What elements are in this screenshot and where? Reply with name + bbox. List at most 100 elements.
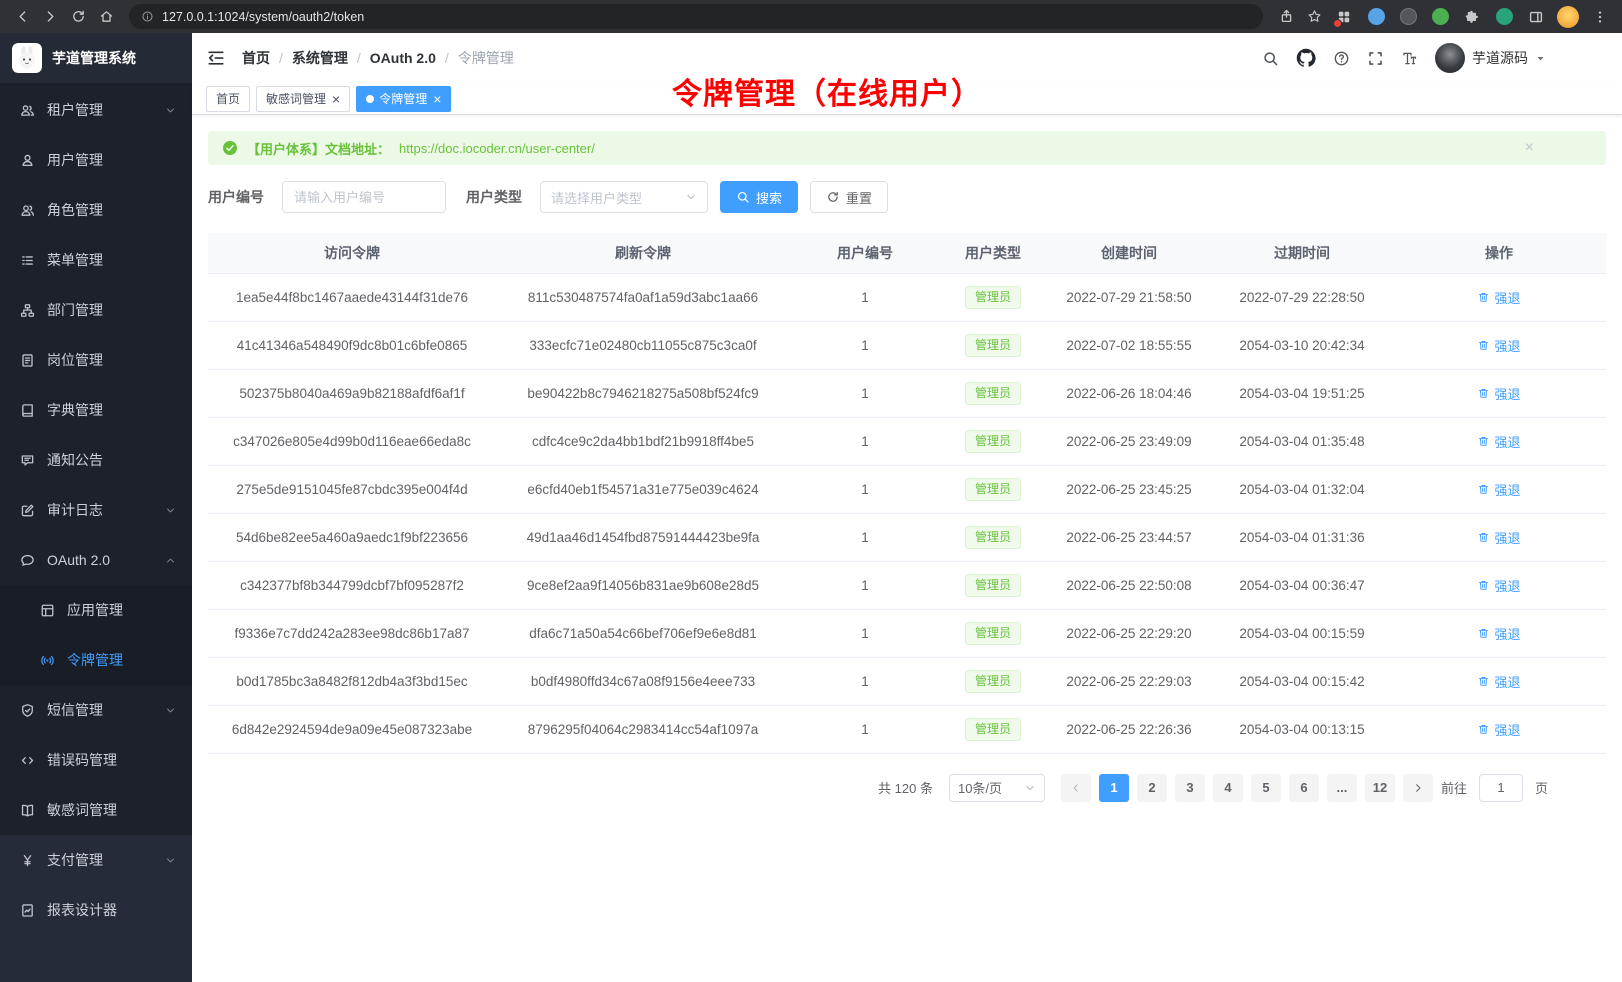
sidebar-item-report[interactable]: 报表设计器 bbox=[0, 885, 192, 935]
extension-icon-4[interactable] bbox=[1427, 4, 1453, 30]
collapse-sidebar-icon[interactable] bbox=[206, 48, 226, 68]
reset-button[interactable]: 重置 bbox=[810, 181, 888, 213]
sidebar-item-post[interactable]: 岗位管理 bbox=[0, 335, 192, 385]
tab-敏感词管理[interactable]: 敏感词管理 × bbox=[256, 86, 350, 112]
user-type-select[interactable]: 请选择用户类型 bbox=[540, 181, 708, 213]
sidebar-item-tenant[interactable]: 租户管理 bbox=[0, 85, 192, 135]
github-icon[interactable] bbox=[1296, 48, 1316, 68]
page-button-6[interactable]: 6 bbox=[1289, 774, 1319, 802]
forward-icon[interactable] bbox=[37, 4, 63, 30]
back-icon[interactable] bbox=[9, 4, 35, 30]
sidebar-item-audit[interactable]: 审计日志 bbox=[0, 485, 192, 535]
report-icon bbox=[20, 903, 35, 918]
sidebar-item-oauth2-app[interactable]: 应用管理 bbox=[0, 585, 192, 635]
sidebar-item-pay[interactable]: 支付管理 bbox=[0, 835, 192, 885]
share-icon[interactable] bbox=[1273, 4, 1299, 30]
app-logo[interactable]: 芋道管理系统 bbox=[0, 33, 192, 83]
address-bar[interactable]: 127.0.0.1:1024/system/oauth2/token bbox=[129, 4, 1263, 29]
breadcrumb-item[interactable]: 系统管理 bbox=[292, 48, 348, 68]
user-menu[interactable]: 芋道源码 bbox=[1435, 43, 1546, 73]
search-button[interactable]: 搜索 bbox=[720, 181, 798, 213]
page-button-5[interactable]: 5 bbox=[1251, 774, 1281, 802]
breadcrumb-item: 令牌管理 bbox=[458, 48, 514, 68]
caret-down-icon bbox=[1535, 53, 1546, 64]
page-size-select[interactable]: 10条/页 bbox=[949, 774, 1045, 802]
sidebar-item-role[interactable]: 角色管理 bbox=[0, 185, 192, 235]
browser-profile-avatar[interactable] bbox=[1555, 4, 1581, 30]
sidebar-item-sms[interactable]: 短信管理 bbox=[0, 685, 192, 735]
notice-icon bbox=[20, 453, 35, 468]
extension-badge bbox=[1333, 19, 1342, 28]
bookmark-star-icon[interactable] bbox=[1301, 4, 1327, 30]
access-token-cell: b0d1785bc3a8482f812db4a3f3bd15ec bbox=[208, 657, 496, 705]
extension-icon-1[interactable] bbox=[1331, 4, 1357, 30]
force-logout-button[interactable]: 强退 bbox=[1477, 432, 1520, 451]
reload-icon[interactable] bbox=[65, 4, 91, 30]
page-button-4[interactable]: 4 bbox=[1213, 774, 1243, 802]
doc-link[interactable]: https://doc.iocoder.cn/user-center/ bbox=[399, 141, 595, 156]
help-icon[interactable] bbox=[1333, 50, 1350, 67]
tab-close-icon[interactable]: × bbox=[332, 92, 340, 106]
force-logout-button[interactable]: 强退 bbox=[1477, 336, 1520, 355]
page-button-2[interactable]: 2 bbox=[1137, 774, 1167, 802]
breadcrumb-item[interactable]: 首页 bbox=[242, 48, 270, 68]
delete-icon bbox=[1477, 483, 1490, 496]
sidebar-item-menu[interactable]: 菜单管理 bbox=[0, 235, 192, 285]
force-logout-button[interactable]: 强退 bbox=[1477, 288, 1520, 307]
access-token-cell: c342377bf8b344799dcbf7bf095287f2 bbox=[208, 561, 496, 609]
breadcrumb-separator: / bbox=[445, 50, 449, 66]
sidebar-item-errcode[interactable]: 错误码管理 bbox=[0, 735, 192, 785]
user-type-cell: 管理员 bbox=[940, 609, 1046, 657]
expire-time-cell: 2054-03-04 01:31:36 bbox=[1212, 513, 1392, 561]
force-logout-button[interactable]: 强退 bbox=[1477, 480, 1520, 499]
force-logout-button[interactable]: 强退 bbox=[1477, 720, 1520, 739]
site-info-icon[interactable] bbox=[141, 10, 154, 23]
force-logout-button[interactable]: 强退 bbox=[1477, 624, 1520, 643]
force-logout-button[interactable]: 强退 bbox=[1477, 576, 1520, 595]
alert-close-icon[interactable]: × bbox=[1525, 140, 1534, 156]
user-id-input[interactable] bbox=[282, 181, 446, 213]
page-button-12[interactable]: 12 bbox=[1365, 774, 1395, 802]
app-title: 芋道管理系统 bbox=[52, 48, 136, 68]
access-token-cell: 1ea5e44f8bc1467aaede43144f31de76 bbox=[208, 273, 496, 321]
tab-close-icon[interactable]: × bbox=[433, 92, 441, 106]
next-page-button[interactable] bbox=[1403, 774, 1433, 802]
prev-page-button[interactable] bbox=[1061, 774, 1091, 802]
created-time-cell: 2022-06-25 22:26:36 bbox=[1046, 705, 1212, 753]
column-header: 操作 bbox=[1392, 233, 1606, 273]
sidebar-item-user[interactable]: 用户管理 bbox=[0, 135, 192, 185]
force-logout-button[interactable]: 强退 bbox=[1477, 384, 1520, 403]
home-icon[interactable] bbox=[93, 4, 119, 30]
logo-image bbox=[12, 43, 42, 73]
force-logout-button[interactable]: 强退 bbox=[1477, 672, 1520, 691]
side-panel-icon[interactable] bbox=[1523, 4, 1549, 30]
tab-令牌管理[interactable]: 令牌管理× bbox=[356, 86, 451, 112]
force-logout-button[interactable]: 强退 bbox=[1477, 528, 1520, 547]
extension-icon-3[interactable] bbox=[1395, 4, 1421, 30]
chevron-down-icon bbox=[685, 191, 697, 203]
sidebar-item-oauth2-token[interactable]: 令牌管理 bbox=[0, 635, 192, 685]
fullscreen-icon[interactable] bbox=[1367, 50, 1384, 67]
success-check-icon bbox=[222, 140, 238, 156]
sidebar-item-label: 菜单管理 bbox=[47, 250, 103, 270]
page-button-1[interactable]: 1 bbox=[1099, 774, 1129, 802]
goto-page-input[interactable] bbox=[1479, 774, 1523, 802]
extension-icon-5[interactable] bbox=[1491, 4, 1517, 30]
sidebar-item-notice[interactable]: 通知公告 bbox=[0, 435, 192, 485]
extensions-puzzle-icon[interactable] bbox=[1459, 4, 1485, 30]
page-button-3[interactable]: 3 bbox=[1175, 774, 1205, 802]
breadcrumb-item[interactable]: OAuth 2.0 bbox=[370, 50, 436, 66]
extension-icon-2[interactable] bbox=[1363, 4, 1389, 30]
tab-label: 敏感词管理 bbox=[266, 90, 326, 107]
search-icon[interactable] bbox=[1262, 50, 1279, 67]
action-cell: 强退 bbox=[1392, 609, 1606, 657]
tab-首页[interactable]: 首页 bbox=[206, 86, 250, 112]
page-more-button[interactable]: ... bbox=[1327, 774, 1357, 802]
chevron-left-icon bbox=[1070, 782, 1082, 794]
sidebar-item-dict[interactable]: 字典管理 bbox=[0, 385, 192, 435]
sidebar-item-dept[interactable]: 部门管理 bbox=[0, 285, 192, 335]
sidebar-item-oauth2[interactable]: OAuth 2.0 bbox=[0, 535, 192, 585]
browser-menu-icon[interactable] bbox=[1587, 4, 1613, 30]
sidebar-item-sensitive[interactable]: 敏感词管理 bbox=[0, 785, 192, 835]
font-size-icon[interactable] bbox=[1401, 50, 1418, 67]
